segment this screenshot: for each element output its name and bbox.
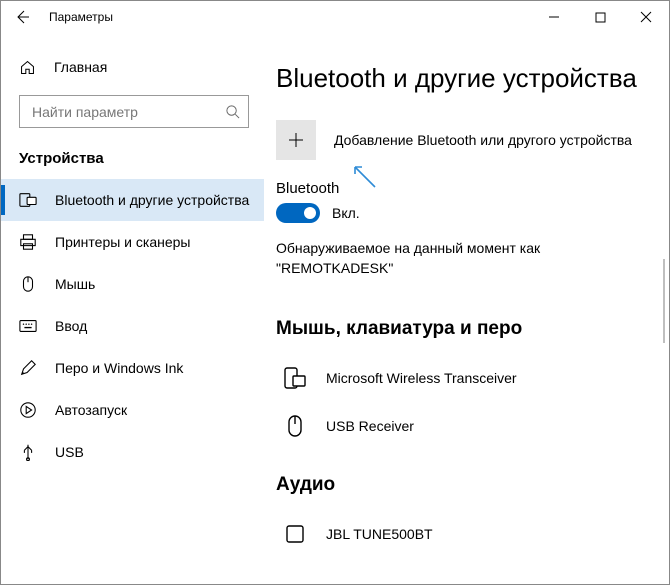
sidebar-item-printers[interactable]: Принтеры и сканеры: [1, 221, 264, 263]
bluetooth-toggle[interactable]: [276, 203, 320, 223]
sidebar-item-label: Перо и Windows Ink: [55, 360, 183, 376]
autoplay-icon: [19, 401, 37, 419]
printer-icon: [19, 233, 37, 251]
sidebar-item-pen[interactable]: Перо и Windows Ink: [1, 347, 264, 389]
sidebar-item-typing[interactable]: Ввод: [1, 305, 264, 347]
add-device-button[interactable]: Добавление Bluetooth или другого устройс…: [276, 120, 649, 160]
device-row[interactable]: JBL TUNE500BT: [276, 510, 649, 558]
bluetooth-label: Bluetooth: [276, 180, 649, 197]
sidebar-item-bluetooth[interactable]: Bluetooth и другие устройства: [1, 179, 264, 221]
device-label: Microsoft Wireless Transceiver: [326, 370, 517, 386]
sidebar: Главная Устройства Bluetooth и другие ус…: [1, 33, 264, 584]
keyboard-icon: [19, 317, 37, 335]
add-device-label: Добавление Bluetooth или другого устройс…: [334, 132, 632, 148]
search-input[interactable]: [19, 95, 249, 128]
scrollbar[interactable]: [663, 259, 665, 343]
mouse-device-icon: [282, 413, 308, 439]
sidebar-item-label: Принтеры и сканеры: [55, 234, 190, 250]
section-mouse-keyboard: Мышь, клавиатура и перо: [276, 318, 649, 340]
home-button[interactable]: Главная: [1, 47, 264, 87]
sidebar-item-label: Ввод: [55, 318, 87, 334]
sidebar-section-title: Устройства: [1, 132, 264, 173]
sidebar-item-label: Автозапуск: [55, 402, 127, 418]
main-panel: Bluetooth и другие устройства Добавление…: [264, 33, 669, 584]
home-label: Главная: [54, 59, 107, 75]
plus-icon: [276, 120, 316, 160]
sidebar-item-usb[interactable]: USB: [1, 431, 264, 473]
page-title: Bluetooth и другие устройства: [276, 63, 649, 94]
home-icon: [19, 59, 36, 76]
device-label: USB Receiver: [326, 418, 414, 434]
minimize-button[interactable]: [531, 1, 577, 33]
usb-icon: [19, 443, 37, 461]
section-audio: Аудио: [276, 474, 649, 496]
sidebar-item-mouse[interactable]: Мышь: [1, 263, 264, 305]
sidebar-item-autoplay[interactable]: Автозапуск: [1, 389, 264, 431]
sidebar-item-label: Мышь: [55, 276, 95, 292]
close-button[interactable]: [623, 1, 669, 33]
pen-icon: [19, 359, 37, 377]
sidebar-item-label: USB: [55, 444, 84, 460]
devices-icon: [19, 191, 37, 209]
discoverable-text: Обнаруживаемое на данный момент как "REM…: [276, 239, 649, 278]
back-button[interactable]: [1, 1, 43, 33]
mouse-icon: [19, 275, 37, 293]
sidebar-nav: Bluetooth и другие устройства Принтеры и…: [1, 173, 264, 473]
transceiver-icon: [282, 365, 308, 391]
maximize-button[interactable]: [577, 1, 623, 33]
audio-device-icon: [282, 521, 308, 547]
search-field[interactable]: [30, 103, 225, 121]
device-row[interactable]: USB Receiver: [276, 402, 649, 450]
device-label: JBL TUNE500BT: [326, 526, 433, 542]
search-icon: [225, 104, 240, 119]
title-bar: Параметры: [1, 1, 669, 33]
device-row[interactable]: Microsoft Wireless Transceiver: [276, 354, 649, 402]
toggle-state-label: Вкл.: [332, 205, 360, 221]
window-title: Параметры: [43, 10, 113, 24]
sidebar-item-label: Bluetooth и другие устройства: [55, 192, 249, 208]
